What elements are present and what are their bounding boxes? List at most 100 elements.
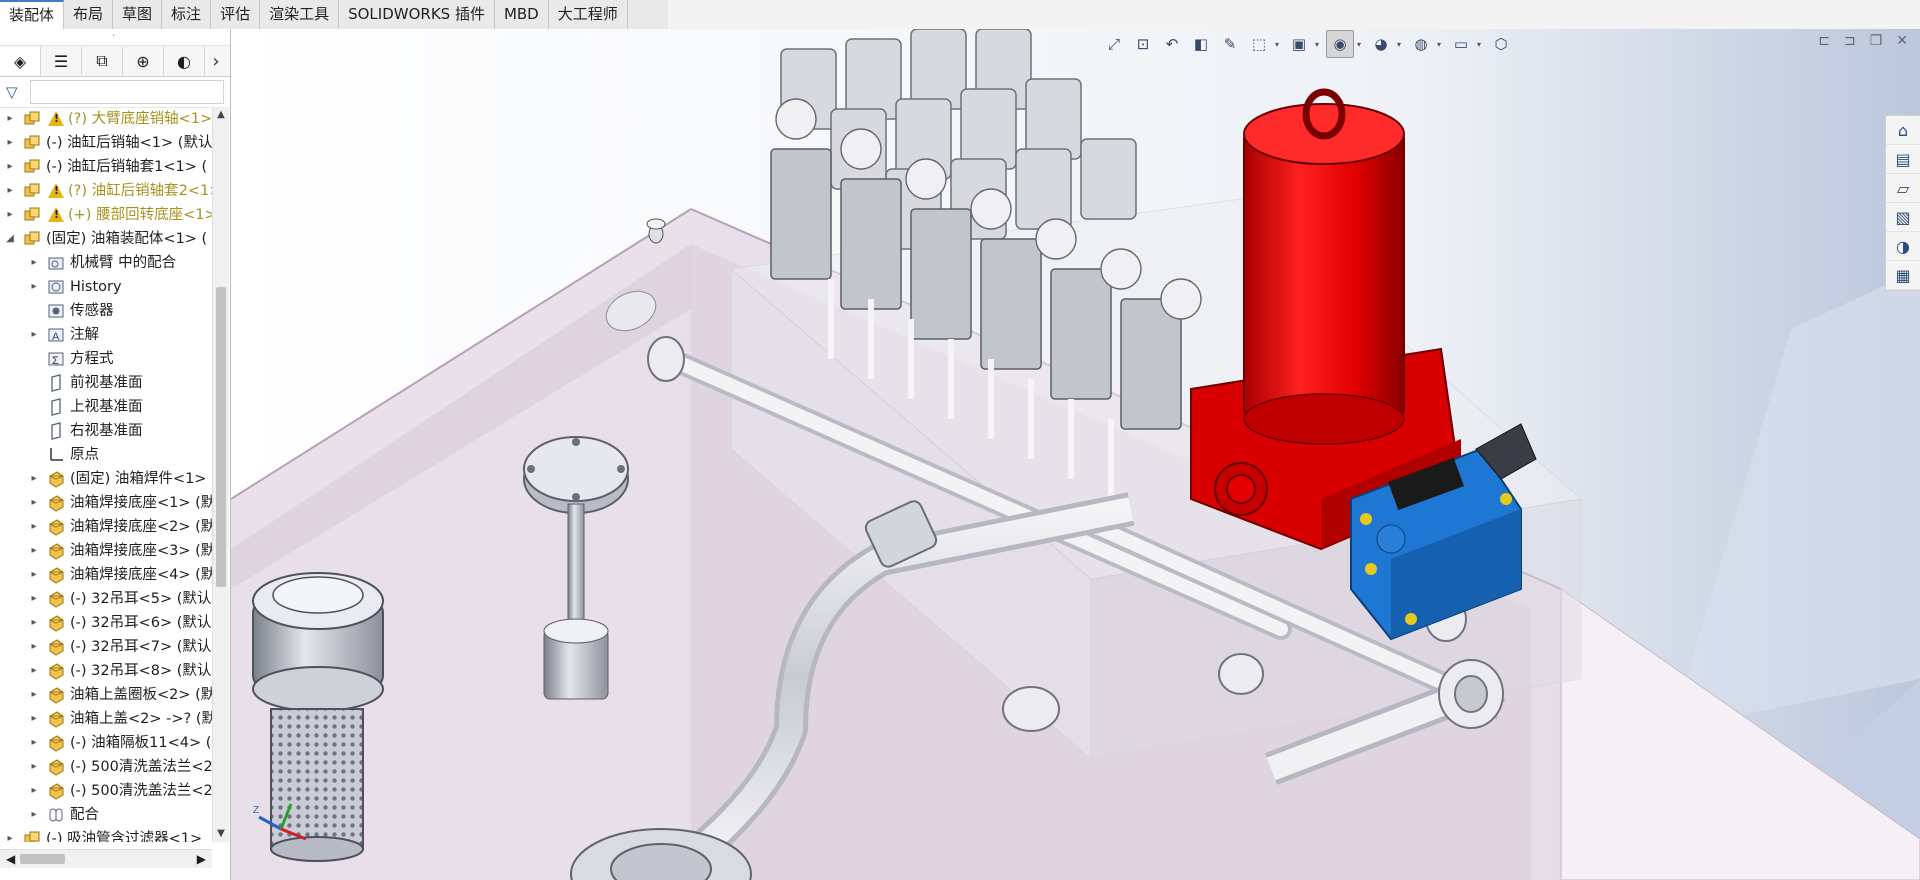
tree-item[interactable]: ▸ 油箱焊接底座<4> (默 <box>0 563 212 587</box>
collapse-arrow-icon[interactable]: ◢ <box>4 227 16 251</box>
tree-item[interactable]: ▸ (-) 油箱隔板11<4> ( <box>0 731 212 755</box>
3d-view-icon[interactable]: ⬡ <box>1488 31 1514 57</box>
dropdown-arrow-icon[interactable]: ▾ <box>1275 40 1283 49</box>
tree-item[interactable]: ▸ (-) 32吊耳<8> (默认 <box>0 659 212 683</box>
scroll-thumb[interactable] <box>216 287 226 587</box>
expand-arrow-icon[interactable]: ▸ <box>28 515 40 539</box>
previous-view-icon[interactable]: ↶ <box>1159 31 1185 57</box>
tree-item[interactable]: 前视基准面 <box>0 371 212 395</box>
expand-arrow-icon[interactable]: ▸ <box>28 467 40 491</box>
tree-item[interactable]: ▸ (-) 32吊耳<6> (默认 <box>0 611 212 635</box>
tree-item[interactable]: ▸ 油箱焊接底座<3> (默 <box>0 539 212 563</box>
zoom-area-icon[interactable]: ⊡ <box>1130 31 1156 57</box>
tree-item[interactable]: 上视基准面 <box>0 395 212 419</box>
view-orientation-icon[interactable]: ⬚ <box>1246 31 1272 57</box>
appearances-icon[interactable]: ◑ <box>1886 232 1920 261</box>
expand-arrow-icon[interactable]: ▸ <box>28 803 40 827</box>
tree-item[interactable]: ▸ (-) 油缸后销轴套1<1> ( <box>0 155 212 179</box>
expand-arrow-icon[interactable]: ▸ <box>4 203 16 227</box>
expand-arrow-icon[interactable]: ▸ <box>28 659 40 683</box>
filter-input[interactable] <box>30 80 224 104</box>
tree-item[interactable]: ▸ 油箱焊接底座<2> (默 <box>0 515 212 539</box>
expand-arrow-icon[interactable]: ▸ <box>4 131 16 155</box>
more-tabs-icon[interactable]: › <box>205 51 227 72</box>
tree-item[interactable]: ▸ (-) 油缸后销轴<1> (默认 <box>0 131 212 155</box>
tree-item[interactable]: ▸ 油箱上盖圈板<2> (默 <box>0 683 212 707</box>
expand-arrow-icon[interactable]: ▸ <box>4 179 16 203</box>
cad-model-view[interactable] <box>231 29 1920 880</box>
edit-appearance-icon[interactable]: ◕ <box>1368 31 1394 57</box>
tree-item[interactable]: 原点 <box>0 443 212 467</box>
scroll-right-icon[interactable]: ▶ <box>197 850 206 868</box>
tree-item[interactable]: ▸ (?) 油缸后销轴套2<1> <box>0 179 212 203</box>
panel-grip[interactable]: ⠂ <box>0 29 230 46</box>
configuration-manager-icon[interactable]: ⧉ <box>82 47 123 75</box>
tree-vertical-scrollbar[interactable]: ▲ ▼ <box>212 107 229 842</box>
display-manager-icon[interactable]: ◐ <box>164 47 205 75</box>
custom-properties-icon[interactable]: ▦ <box>1886 261 1920 290</box>
expand-arrow-icon[interactable]: ▸ <box>28 323 40 347</box>
tree-item[interactable]: 右视基准面 <box>0 419 212 443</box>
expand-arrow-icon[interactable]: ▸ <box>28 251 40 275</box>
tree-item[interactable]: Σ 方程式 <box>0 347 212 371</box>
tree-item[interactable]: ▸ 机械臂 中的配合 <box>0 251 212 275</box>
tree-item[interactable]: ▸ (-) 500清洗盖法兰<2 <box>0 779 212 803</box>
tab-4[interactable]: 评估 <box>211 0 261 29</box>
feature-manager-icon[interactable]: ◈ <box>0 47 41 75</box>
tab-7[interactable]: MBD <box>495 0 549 29</box>
hscroll-thumb[interactable] <box>20 854 65 864</box>
restore-icon[interactable]: ❐ <box>1870 33 1883 49</box>
close-icon[interactable]: ✕ <box>1896 33 1908 49</box>
expand-arrow-icon[interactable]: ▸ <box>28 587 40 611</box>
file-explorer-icon[interactable]: ▧ <box>1886 203 1920 232</box>
expand-arrow-icon[interactable]: ▸ <box>28 491 40 515</box>
tree-item[interactable]: ▸ (-) 32吊耳<7> (默认 <box>0 635 212 659</box>
tree-item[interactable]: ▸ 油箱焊接底座<1> (默 <box>0 491 212 515</box>
tree-item[interactable]: ▸ 油箱上盖<2> ->? (默 <box>0 707 212 731</box>
section-view-icon[interactable]: ◧ <box>1188 31 1214 57</box>
graphics-area[interactable]: Z ⤢ ⊡ ↶ ◧ ✎ ⬚ ▾ ▣ ▾ ◉ ▾ ◕ ▾ ◍ ▾ ▭ ▾ ⬡ ⊏ ⊐ ❐ ✕ ⌂ ▤ ▱ ▧ ◑ ▦ <box>231 29 1920 880</box>
expand-arrow-icon[interactable]: ▸ <box>28 275 40 299</box>
expand-arrow-icon[interactable]: ▸ <box>28 563 40 587</box>
tree-item[interactable]: ▸ (-) 32吊耳<5> (默认 <box>0 587 212 611</box>
scroll-down-icon[interactable]: ▼ <box>213 826 229 842</box>
tree-item[interactable]: ▸ (?) 大臂底座销轴<1> <box>0 107 212 131</box>
tab-1[interactable]: 布局 <box>64 0 114 29</box>
tree-item[interactable]: ▸ (-) 500清洗盖法兰<2 <box>0 755 212 779</box>
resources-icon[interactable]: ▤ <box>1886 145 1920 174</box>
dynamic-annotation-icon[interactable]: ✎ <box>1217 31 1243 57</box>
tree-item[interactable]: ◢ (固定) 油箱装配体<1> ( <box>0 227 212 251</box>
hide-show-icon[interactable]: ◉ <box>1326 30 1354 58</box>
tree-item[interactable]: ▸ A 注解 <box>0 323 212 347</box>
expand-arrow-icon[interactable]: ▸ <box>28 707 40 731</box>
dropdown-arrow-icon[interactable]: ▾ <box>1315 40 1323 49</box>
view-settings-icon[interactable]: ▭ <box>1448 31 1474 57</box>
dropdown-arrow-icon[interactable]: ▾ <box>1437 40 1445 49</box>
tile-left-icon[interactable]: ⊏ <box>1818 33 1830 49</box>
dropdown-arrow-icon[interactable]: ▾ <box>1357 40 1365 49</box>
property-manager-icon[interactable]: ☰ <box>41 47 82 75</box>
tab-3[interactable]: 标注 <box>162 0 212 29</box>
tab-6[interactable]: SOLIDWORKS 插件 <box>339 0 495 29</box>
scroll-left-icon[interactable]: ◀ <box>6 850 15 868</box>
expand-arrow-icon[interactable]: ▸ <box>4 155 16 179</box>
filter-icon[interactable]: ▽ <box>6 83 30 101</box>
design-library-icon[interactable]: ▱ <box>1886 174 1920 203</box>
dropdown-arrow-icon[interactable]: ▾ <box>1397 40 1405 49</box>
home-icon[interactable]: ⌂ <box>1886 116 1920 145</box>
tab-0[interactable]: 装配体 <box>0 0 65 29</box>
expand-arrow-icon[interactable]: ▸ <box>28 779 40 803</box>
tile-right-icon[interactable]: ⊐ <box>1844 33 1856 49</box>
scroll-up-icon[interactable]: ▲ <box>213 107 229 123</box>
expand-arrow-icon[interactable]: ▸ <box>28 539 40 563</box>
tree-item[interactable]: 传感器 <box>0 299 212 323</box>
tree-item[interactable]: ▸ 配合 <box>0 803 212 827</box>
expand-arrow-icon[interactable]: ▸ <box>4 107 16 131</box>
dropdown-arrow-icon[interactable]: ▾ <box>1477 40 1485 49</box>
tree-item[interactable]: ▸ (固定) 油箱焊件<1> ( <box>0 467 212 491</box>
tab-2[interactable]: 草图 <box>113 0 163 29</box>
tab-8[interactable]: 大工程师 <box>549 0 628 29</box>
zoom-to-fit-icon[interactable]: ⤢ <box>1101 31 1127 57</box>
display-style-icon[interactable]: ▣ <box>1286 31 1312 57</box>
expand-arrow-icon[interactable]: ▸ <box>28 731 40 755</box>
